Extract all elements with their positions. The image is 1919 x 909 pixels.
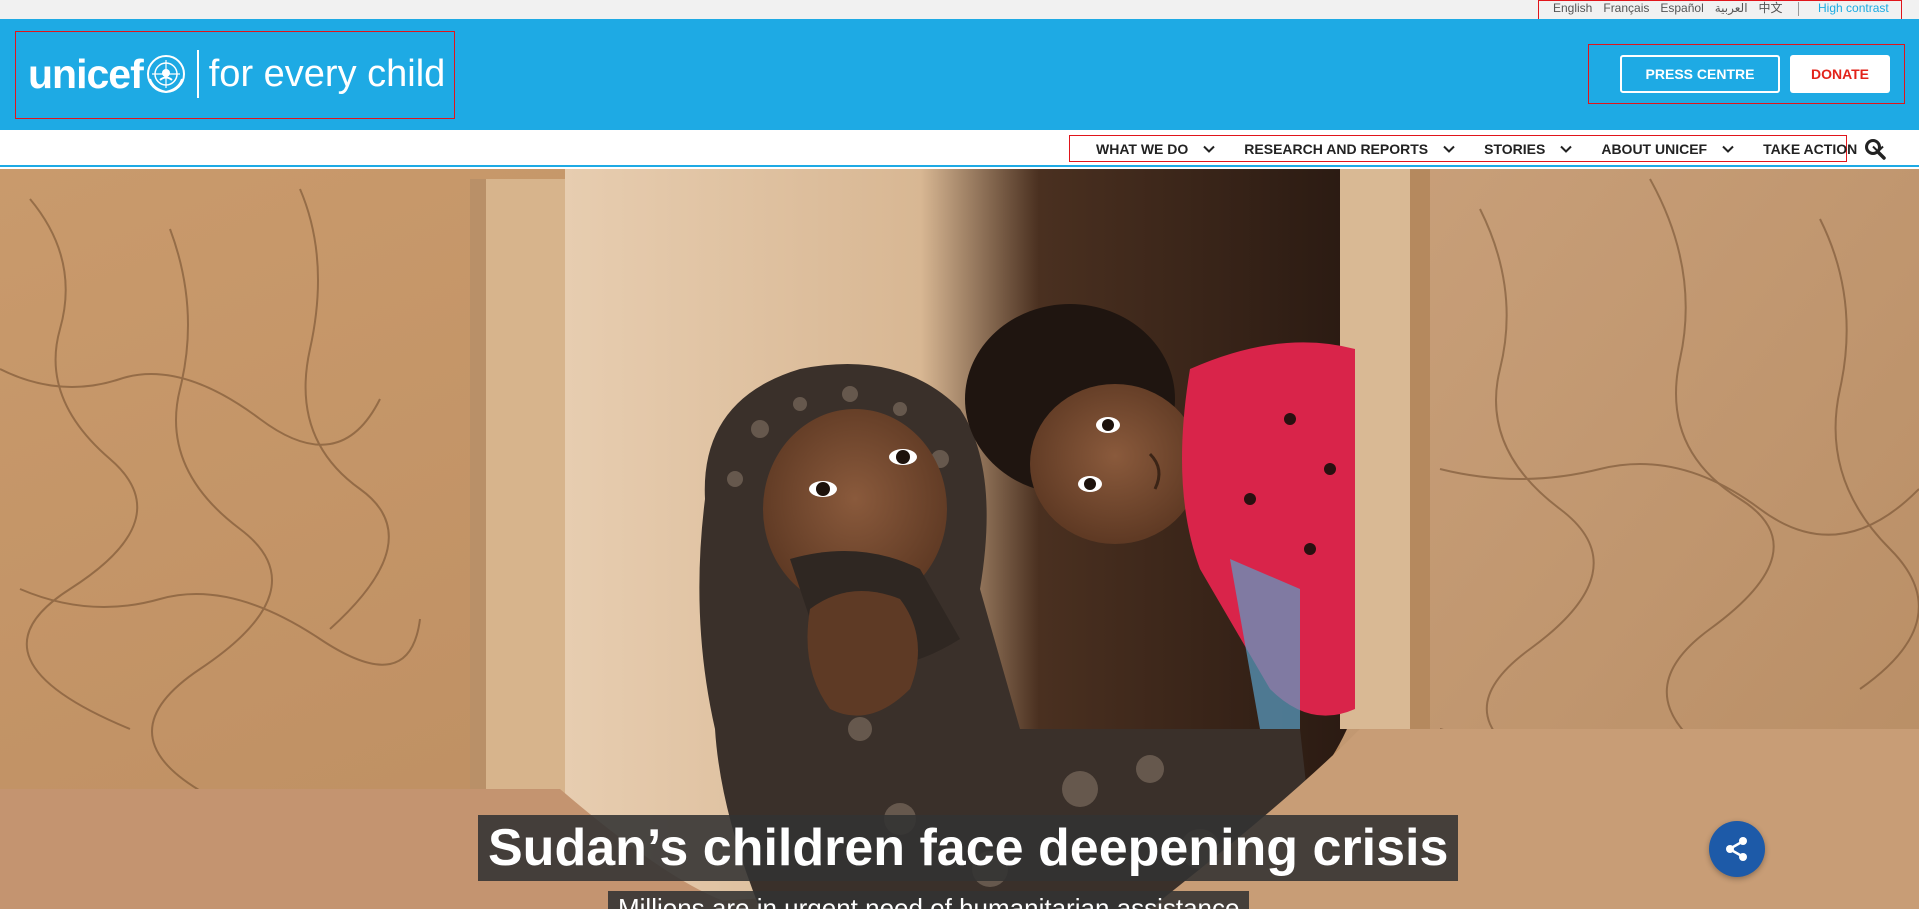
logo-wordmark: unicef bbox=[28, 51, 144, 97]
nav-item-research-and-reports[interactable]: RESEARCH AND REPORTS bbox=[1244, 141, 1456, 157]
nav-item-stories[interactable]: STORIES bbox=[1484, 141, 1573, 157]
un-emblem-icon bbox=[146, 55, 185, 94]
hero-subhead: Millions are in urgent need of humanitar… bbox=[608, 891, 1250, 909]
lang-chinese[interactable]: 中文 bbox=[1759, 1, 1783, 16]
language-switcher: English Français Español العربية 中文 bbox=[1553, 1, 1794, 16]
logo-tagline: for every child bbox=[208, 53, 446, 95]
chevron-down-icon bbox=[1560, 145, 1573, 153]
chevron-down-icon bbox=[1203, 145, 1215, 153]
nav-item-label: ABOUT UNICEF bbox=[1601, 140, 1708, 157]
donate-button[interactable]: DONATE bbox=[1790, 55, 1890, 93]
nav-item-label: WHAT WE DO bbox=[1096, 140, 1189, 157]
nav-item-label: STORIES bbox=[1484, 140, 1546, 157]
lang-arabic[interactable]: العربية bbox=[1715, 1, 1748, 16]
lang-english[interactable]: English bbox=[1553, 1, 1592, 16]
press-centre-button[interactable]: PRESS CENTRE bbox=[1620, 55, 1780, 93]
nav-item-about-unicef[interactable]: ABOUT UNICEF bbox=[1601, 141, 1735, 157]
hero-image bbox=[0, 169, 1919, 909]
high-contrast-link[interactable]: High contrast bbox=[1818, 1, 1889, 16]
search-icon[interactable] bbox=[1864, 138, 1886, 160]
share-button[interactable] bbox=[1709, 821, 1765, 877]
logo-separator bbox=[196, 50, 199, 98]
chevron-down-icon bbox=[1443, 145, 1455, 153]
hero-headline[interactable]: Sudan’s children face deepening crisis bbox=[478, 815, 1459, 881]
unicef-logo[interactable]: unicef for every child bbox=[28, 50, 445, 98]
lang-francais[interactable]: Français bbox=[1603, 1, 1649, 16]
nav-item-label: RESEARCH AND REPORTS bbox=[1244, 140, 1429, 157]
share-icon bbox=[1726, 837, 1747, 861]
chevron-down-icon bbox=[1722, 145, 1734, 153]
lang-espanol[interactable]: Español bbox=[1660, 1, 1703, 16]
language-divider bbox=[1798, 2, 1799, 16]
nav-item-what-we-do[interactable]: WHAT WE DO bbox=[1096, 141, 1216, 157]
nav-item-label: TAKE ACTION bbox=[1763, 140, 1858, 157]
hero-banner bbox=[0, 169, 1919, 909]
main-nav: WHAT WE DO RESEARCH AND REPORTS STORIES … bbox=[1096, 136, 1885, 161]
